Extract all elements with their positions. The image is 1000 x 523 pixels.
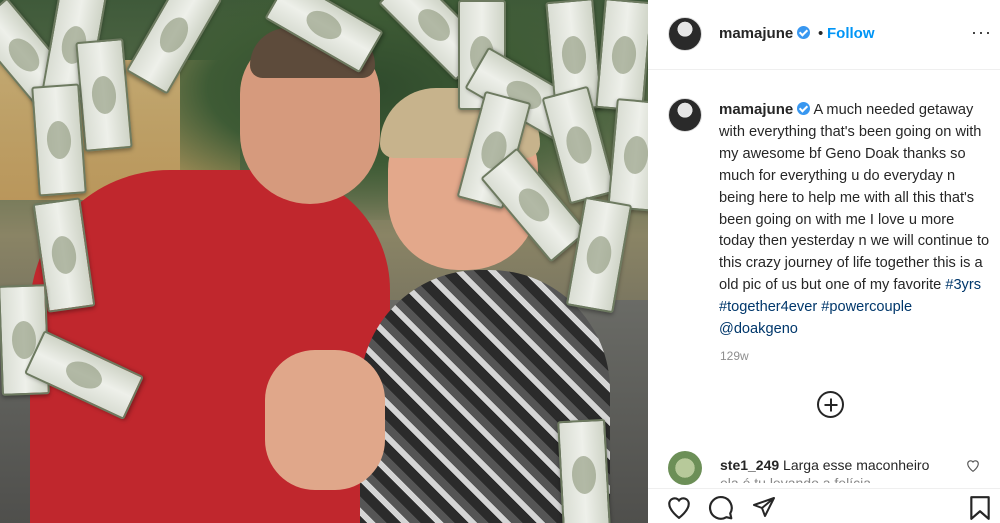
money-bill [595,0,648,112]
money-bill [31,83,87,197]
hashtag-powercouple[interactable]: #powercouple [821,299,912,315]
caption-username[interactable]: mamajune [719,101,793,118]
verified-badge-icon [797,26,811,39]
hashtag-3yrs[interactable]: #3yrs [945,277,981,293]
username-text[interactable]: mamajune [719,25,793,42]
comment-text: Larga esse maconheiro [779,457,930,473]
caption-text: A much needed getaway with everything th… [719,102,990,294]
comment-item: ste1_249 Larga esse maconheiro [720,456,960,474]
plus-circle-icon[interactable] [817,391,844,418]
follow-button[interactable]: Follow [827,25,875,42]
bookmark-icon[interactable] [968,495,992,521]
post-photo[interactable] [0,0,648,523]
verified-badge-icon [797,102,811,115]
post-header: mamajune • Follow ··· [648,0,1000,70]
money-bill [75,38,133,152]
hashtag-together4ever[interactable]: #together4ever [719,299,817,315]
heart-icon[interactable] [666,495,692,519]
mention-doakgeno[interactable]: @doakgeno [719,321,798,337]
money-bill [557,418,611,523]
comment-like-heart-icon[interactable] [966,459,980,472]
comment-username[interactable]: ste1_249 [720,457,779,473]
comment-continued-text: ela é tu levando a felícia [720,475,871,483]
post-actions-bar [648,488,1000,523]
comment-icon[interactable] [708,495,734,521]
profile-avatar[interactable] [668,17,702,51]
post-caption: mamajune A much needed getaway with ever… [719,99,991,341]
separator-dot: • [818,25,824,42]
more-options-icon[interactable]: ··· [971,22,992,43]
post-timestamp[interactable]: 129w [720,349,749,363]
commenter-avatar[interactable] [668,451,702,485]
share-icon[interactable] [751,495,777,519]
caption-avatar[interactable] [668,98,702,132]
header-username[interactable]: mamajune [719,25,811,42]
woman-hand [265,350,385,490]
post-sidebar: mamajune • Follow ··· mamajune A much ne… [648,0,1000,523]
